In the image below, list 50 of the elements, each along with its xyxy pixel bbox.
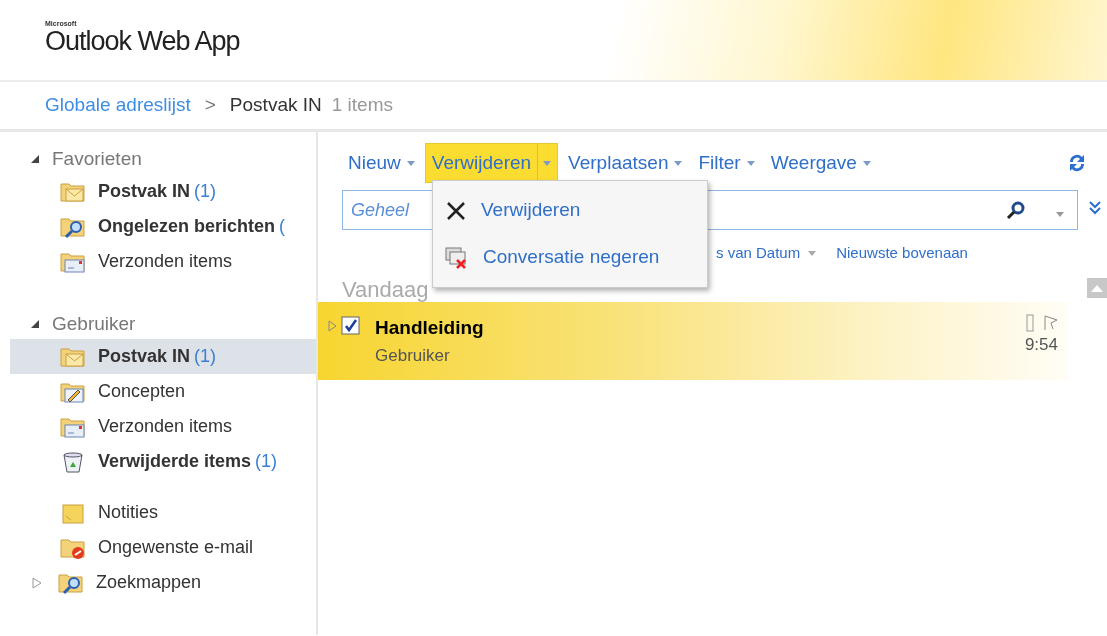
selected-folder-row[interactable]: Postvak IN (1): [10, 339, 316, 374]
app-logo-text: Outlook Web App: [45, 27, 241, 57]
checkbox[interactable]: [341, 316, 361, 336]
toolbar-button[interactable]: Weergave: [764, 143, 877, 183]
folder-label[interactable]: Postvak IN: [98, 178, 191, 205]
folder-label[interactable]: Zoekmappen: [96, 569, 202, 596]
folder-label[interactable]: Ongewenste e-mail: [98, 534, 254, 561]
folder-label[interactable]: Verzonden items: [98, 248, 233, 275]
current-folder: Postvak IN: [229, 93, 322, 118]
message-row[interactable]: Handleiding Gebruiker 9:54: [318, 302, 1068, 380]
sort-order-link[interactable]: Nieuwste bovenaan: [836, 241, 968, 265]
flag-icon[interactable]: [1042, 314, 1058, 332]
toolbar-button[interactable]: Verplaatsen: [562, 143, 689, 183]
trash-icon: [60, 449, 86, 474]
unread-count: (1): [255, 450, 278, 473]
expand-icon[interactable]: [32, 576, 42, 589]
expand-icon: [328, 320, 337, 332]
menu-item[interactable]: Conversatie negeren: [433, 234, 707, 281]
group-header: Vandaag: [341, 276, 430, 302]
toolbar-button[interactable]: Verwijderen: [424, 143, 559, 183]
ignore-conversation-icon: [445, 245, 469, 270]
folder-label[interactable]: Notities: [98, 499, 159, 526]
caret-icon[interactable]: [1056, 212, 1064, 217]
up-arrow-icon: [1091, 284, 1103, 292]
collapse-icon[interactable]: [30, 319, 40, 329]
folder-label[interactable]: Verwijderde items: [98, 448, 252, 475]
folder-label[interactable]: Verzonden items: [98, 413, 233, 440]
refresh-icon[interactable]: [1067, 152, 1087, 174]
message-sender: Gebruiker: [375, 344, 451, 367]
search-icon[interactable]: [1006, 200, 1026, 220]
message-subject: Handleiding: [375, 316, 485, 340]
sort-field-link[interactable]: s van Datum: [716, 241, 817, 265]
section-title[interactable]: Favorieten: [52, 144, 142, 174]
breadcrumb-separator: >: [204, 93, 216, 118]
message-time: 9:54: [1024, 334, 1058, 356]
expand-down-icon[interactable]: [1088, 200, 1102, 216]
toolbar-button[interactable]: Nieuw: [342, 143, 421, 183]
folder-label[interactable]: Ongelezen berichten: [98, 213, 276, 240]
category-icon: [1026, 314, 1034, 332]
unread-count: (1): [194, 180, 217, 203]
caret-icon: [808, 250, 817, 256]
folder-label[interactable]: Postvak IN: [98, 343, 191, 370]
unread-count: (1): [194, 345, 217, 368]
section-title[interactable]: Gebruiker: [52, 309, 136, 339]
collapse-icon[interactable]: [30, 154, 40, 164]
toolbar-button[interactable]: Filter: [692, 143, 761, 183]
close-icon: [445, 199, 467, 222]
unread-count: (: [279, 215, 286, 238]
item-count: 1 items: [331, 93, 393, 118]
folder-label[interactable]: Concepten: [98, 378, 186, 405]
